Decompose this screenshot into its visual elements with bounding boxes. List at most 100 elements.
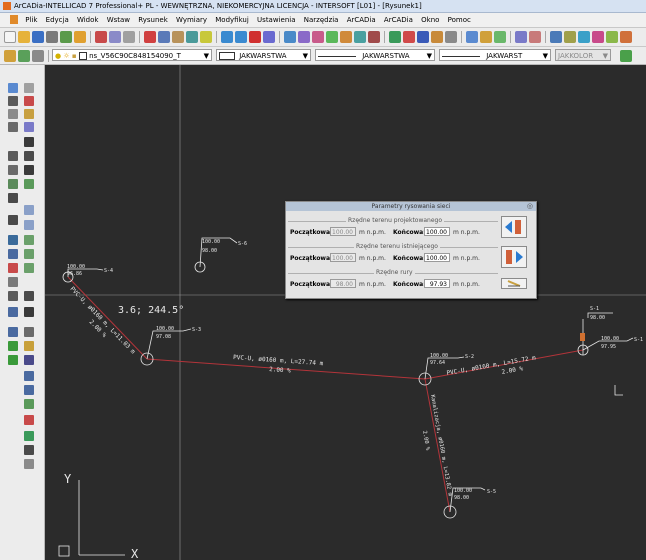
group-icon[interactable] [24, 431, 34, 441]
named-views-icon[interactable] [354, 31, 366, 43]
menu-narzedzia[interactable]: Narzędzia [301, 13, 342, 27]
menu-edycja[interactable]: Edycja [43, 13, 72, 27]
spell-icon[interactable] [109, 31, 121, 43]
design-center-icon[interactable] [417, 31, 429, 43]
pipe-end-input[interactable]: 97.93 [424, 279, 450, 288]
save-icon[interactable] [32, 31, 44, 43]
menu-plik[interactable]: Plik [22, 13, 40, 27]
block-icon[interactable] [8, 235, 18, 245]
insert-icon[interactable] [8, 249, 18, 259]
zoom-previous-icon[interactable] [326, 31, 338, 43]
publish-icon[interactable] [74, 31, 86, 43]
fillet-icon[interactable] [24, 307, 34, 317]
extra-tool-icon[interactable] [620, 50, 632, 62]
print-icon[interactable] [46, 31, 58, 43]
lineweight-combo[interactable]: JAKWARSTWA ▼ [315, 49, 435, 61]
mirror-icon[interactable] [24, 165, 34, 175]
scale-icon[interactable] [24, 371, 34, 381]
measure-icon[interactable] [24, 399, 34, 409]
mtext-icon[interactable] [8, 291, 18, 301]
match-properties-icon[interactable] [186, 31, 198, 43]
menu-ustawienia[interactable]: Ustawienia [254, 13, 298, 27]
hatch-icon[interactable] [8, 193, 18, 203]
window-icon[interactable] [550, 31, 562, 43]
tools-icon[interactable] [592, 31, 604, 43]
rectangle-icon[interactable] [24, 96, 34, 106]
stretch-icon[interactable] [24, 355, 34, 365]
trim-icon[interactable] [24, 220, 34, 230]
redo-object-icon[interactable] [24, 151, 34, 161]
layer-state-icon[interactable] [32, 50, 44, 62]
render-icon[interactable] [466, 31, 478, 43]
menu-modyfikuj[interactable]: Modyfikuj [212, 13, 252, 27]
linetype-combo[interactable]: JAKWARSTWA ▼ [216, 49, 311, 61]
solid-icon[interactable] [24, 341, 34, 351]
preview-icon[interactable] [60, 31, 72, 43]
pencil-icon[interactable] [8, 109, 18, 119]
menu-wstaw[interactable]: Wstaw [104, 13, 133, 27]
lights-icon[interactable] [494, 31, 506, 43]
pipe-start-input[interactable]: 98.00 [330, 279, 356, 288]
menu-widok[interactable]: Widok [74, 13, 102, 27]
explode-icon[interactable] [24, 327, 34, 337]
document-icon[interactable] [10, 15, 18, 24]
menu-wymiary[interactable]: Wymiary [173, 13, 210, 27]
text-icon[interactable] [8, 277, 18, 287]
lengthen-icon[interactable] [24, 385, 34, 395]
tool-palette-icon[interactable] [431, 31, 443, 43]
cone-icon[interactable] [8, 341, 18, 351]
array-icon[interactable] [24, 179, 34, 189]
layer-previous-icon[interactable] [18, 50, 30, 62]
close-icon[interactable]: ◎ [527, 202, 533, 211]
design-start-input[interactable]: 100.00 [330, 227, 356, 236]
design-end-input[interactable]: 100.00 [424, 227, 450, 236]
properties-icon[interactable] [403, 31, 415, 43]
help-icon[interactable] [263, 31, 275, 43]
line-icon[interactable] [24, 83, 34, 93]
undo-icon[interactable] [221, 31, 233, 43]
select-icon[interactable] [8, 83, 18, 93]
point-icon[interactable] [8, 263, 18, 273]
transfer-right-button[interactable] [501, 246, 527, 268]
cut-icon[interactable] [144, 31, 156, 43]
menu-pomoc[interactable]: Pomoc [445, 13, 474, 27]
field-icon[interactable] [529, 31, 541, 43]
menu-arcadia-2[interactable]: ArCADia [381, 13, 416, 27]
paste-icon[interactable] [172, 31, 184, 43]
offset-icon[interactable] [24, 205, 34, 215]
ungroup-icon[interactable] [24, 445, 34, 455]
pan-icon[interactable] [284, 31, 296, 43]
dimension-icon[interactable] [8, 327, 18, 337]
layer-manager-icon[interactable] [4, 50, 16, 62]
existing-end-input[interactable]: 100.00 [424, 253, 450, 262]
menu-rysunek[interactable]: Rysunek [135, 13, 171, 27]
extend-icon[interactable] [24, 235, 34, 245]
arcadia-icon[interactable] [578, 31, 590, 43]
menu-okno[interactable]: Okno [418, 13, 442, 27]
menu-arcadia[interactable]: ArCADia [344, 13, 379, 27]
table-icon[interactable] [515, 31, 527, 43]
drawing-canvas[interactable]: 100.00 96.86 S-4 100.00 98.00 S-6 100.00… [45, 65, 646, 560]
color-combo[interactable]: JAKKOLOR ▼ [555, 49, 611, 61]
plotstyle-combo[interactable]: JAKWARST ▼ [439, 49, 551, 61]
copy-icon[interactable] [158, 31, 170, 43]
new-icon[interactable] [4, 31, 16, 43]
move-icon[interactable] [24, 109, 34, 119]
copy-object-icon[interactable] [24, 122, 34, 132]
layers-icon[interactable] [389, 31, 401, 43]
pipe-slope-button[interactable] [501, 278, 527, 289]
3d-view-icon[interactable] [368, 31, 380, 43]
edit-icon[interactable] [606, 31, 618, 43]
materials-icon[interactable] [480, 31, 492, 43]
join-icon[interactable] [24, 263, 34, 273]
break-icon[interactable] [24, 249, 34, 259]
dialog-title-bar[interactable]: Parametry rysowania sieci ◎ [286, 202, 536, 211]
region-icon[interactable] [8, 215, 18, 225]
open-icon[interactable] [18, 31, 30, 43]
erase-icon[interactable] [24, 415, 34, 425]
table-tool-icon[interactable] [8, 307, 18, 317]
transfer-left-button[interactable] [501, 216, 527, 238]
extra-icon[interactable] [620, 31, 632, 43]
delete-icon[interactable] [249, 31, 261, 43]
polyline-icon[interactable] [8, 96, 18, 106]
